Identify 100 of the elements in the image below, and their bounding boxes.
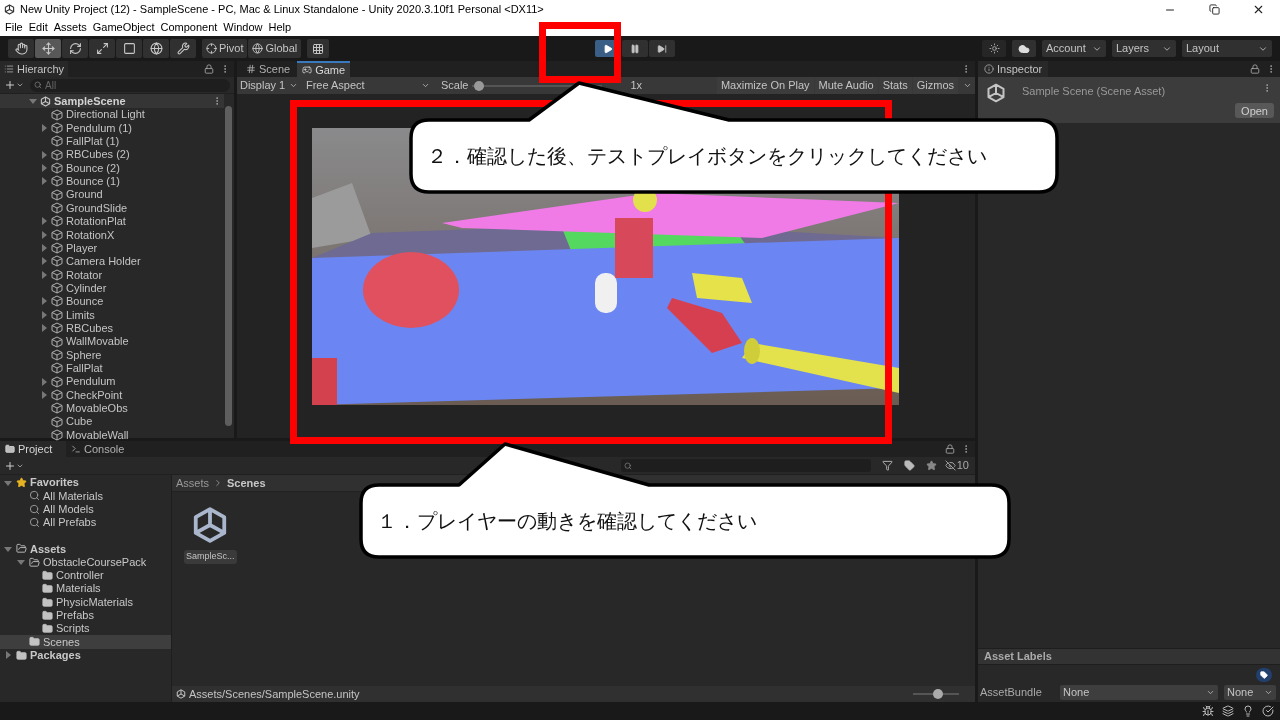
lighting-button[interactable] xyxy=(982,40,1006,57)
expanded-arrow-icon[interactable] xyxy=(4,478,12,487)
hidden-packages-button[interactable]: 10 xyxy=(942,458,971,473)
panel-tab[interactable]: Project xyxy=(0,441,66,457)
game-view-button[interactable]: Mute Audio xyxy=(814,77,878,94)
menu-item[interactable]: Window xyxy=(220,19,266,36)
global-button[interactable]: Global xyxy=(248,39,302,58)
search-field[interactable] xyxy=(620,459,871,472)
asset-bundle-dropdown[interactable]: None xyxy=(1060,684,1218,700)
add-button[interactable] xyxy=(4,459,24,472)
project-tree-item[interactable]: Controller xyxy=(0,568,171,583)
cube-icon xyxy=(51,162,63,175)
project-tree-item[interactable]: Prefabs xyxy=(0,608,171,622)
project-tree-item[interactable]: ObstacleCoursePack xyxy=(0,555,171,569)
check-circle-icon[interactable] xyxy=(1262,705,1274,717)
game-view-button[interactable]: Maximize On Play xyxy=(716,77,814,94)
project-tree-item[interactable]: Packages xyxy=(0,648,171,662)
hierarchy-item[interactable]: FallPlat (1) xyxy=(0,134,224,149)
hierarchy-item[interactable]: Sphere xyxy=(0,348,224,362)
zoom-slider-thumb[interactable] xyxy=(933,689,944,699)
tool-button[interactable] xyxy=(143,39,169,58)
pause-button[interactable] xyxy=(622,40,649,57)
tool-button[interactable] xyxy=(8,39,34,58)
add-button[interactable] xyxy=(4,79,24,91)
layers-dropdown[interactable]: Layers xyxy=(1112,40,1176,57)
game-view-button[interactable]: Gizmos xyxy=(912,77,958,94)
hierarchy-item[interactable]: RotationX xyxy=(0,228,224,242)
view-tab[interactable]: Game xyxy=(297,61,351,77)
hierarchy-item[interactable]: RotationPlat xyxy=(0,214,224,229)
hierarchy-item[interactable]: Pendulum (1) xyxy=(0,121,224,135)
hierarchy-item[interactable]: Pendulum xyxy=(0,374,224,389)
step-button[interactable] xyxy=(649,40,676,57)
hierarchy-item[interactable]: Cube xyxy=(0,414,224,429)
project-tree-item[interactable]: Materials xyxy=(0,582,171,596)
bulb-icon[interactable] xyxy=(1242,705,1254,717)
stack-icon[interactable] xyxy=(1222,705,1234,717)
hierarchy-item[interactable]: CheckPoint xyxy=(0,388,224,402)
account-dropdown[interactable]: Account xyxy=(1042,40,1106,57)
menu-item[interactable]: Component xyxy=(157,19,221,36)
project-tree-item[interactable]: Scripts xyxy=(0,621,171,636)
tool-button[interactable] xyxy=(116,39,142,58)
file-name[interactable]: SampleSc... xyxy=(184,550,237,564)
hierarchy-item[interactable]: Bounce xyxy=(0,294,224,309)
hierarchy-item[interactable]: FallPlat xyxy=(0,361,224,375)
breadcrumb-item[interactable]: Scenes xyxy=(227,474,266,492)
lock-icon[interactable] xyxy=(203,64,214,74)
project-tree-item[interactable]: PhysicMaterials xyxy=(0,595,171,609)
tool-button[interactable] xyxy=(170,39,196,58)
view-tab[interactable]: Scene xyxy=(240,61,296,77)
tool-button[interactable] xyxy=(62,39,88,58)
display-dropdown[interactable]: Display 1 xyxy=(236,77,301,94)
menu-item[interactable]: Assets xyxy=(50,19,90,36)
layout-dropdown[interactable]: Layout xyxy=(1182,40,1272,57)
project-tree-item[interactable]: All Models xyxy=(0,502,171,516)
hierarchy-item[interactable]: WallMovable xyxy=(0,334,224,349)
menu-item[interactable]: GameObject xyxy=(89,19,158,36)
hierarchy-item[interactable]: MovableWall xyxy=(0,428,224,442)
menu-item[interactable]: Edit xyxy=(25,19,51,36)
menu-item[interactable]: Help xyxy=(265,19,295,36)
tag-button[interactable] xyxy=(1256,667,1272,682)
aspect-dropdown[interactable]: Free Aspect xyxy=(302,77,433,94)
grid-snap-button[interactable] xyxy=(307,39,330,58)
hierarchy-item[interactable]: Directional Light xyxy=(0,108,224,122)
hierarchy-item[interactable]: Camera Holder xyxy=(0,254,224,269)
hierarchy-item[interactable]: RBCubes (2) xyxy=(0,148,224,162)
project-tree-item[interactable]: Favorites xyxy=(0,476,171,490)
hierarchy-item[interactable]: Bounce (2) xyxy=(0,161,224,175)
tool-button[interactable] xyxy=(35,39,61,58)
project-tree-item[interactable]: Scenes xyxy=(0,635,171,649)
variant-dropdown[interactable]: None xyxy=(1224,684,1276,700)
hierarchy-item[interactable]: MovableObs xyxy=(0,401,224,415)
menu-item[interactable]: File xyxy=(2,19,26,36)
game-view-button[interactable]: Stats xyxy=(878,77,912,94)
project-tree-item[interactable]: Assets xyxy=(0,542,171,556)
pivot-button[interactable]: Pivot xyxy=(202,39,248,58)
cloud-button[interactable] xyxy=(1012,40,1036,57)
scale-slider-thumb[interactable] xyxy=(474,80,484,91)
hierarchy-item[interactable]: GroundSlide xyxy=(0,201,224,215)
hierarchy-item[interactable]: Bounce (1) xyxy=(0,174,224,189)
lock-icon[interactable] xyxy=(1250,64,1260,74)
bug-icon[interactable] xyxy=(1202,705,1214,717)
hierarchy-item[interactable]: Rotator xyxy=(0,268,224,282)
tool-button[interactable] xyxy=(89,39,115,58)
inspector-tab[interactable]: Inspector xyxy=(978,61,1049,77)
project-tree-item[interactable]: All Materials xyxy=(0,489,171,503)
lock-icon[interactable] xyxy=(945,444,955,454)
collapsed-arrow-icon[interactable] xyxy=(4,651,12,660)
open-button[interactable]: Open xyxy=(1235,103,1274,118)
panel-tab[interactable]: Console xyxy=(66,441,132,457)
hierarchy-item[interactable]: Limits xyxy=(0,308,224,322)
project-tree-item[interactable]: All Prefabs xyxy=(0,515,171,530)
hierarchy-tab[interactable]: Hierarchy xyxy=(0,61,69,77)
expanded-arrow-icon[interactable] xyxy=(29,97,37,105)
hierarchy-item[interactable]: Player xyxy=(0,241,224,255)
breadcrumb-item[interactable]: Assets xyxy=(176,474,209,492)
hierarchy-item[interactable]: Ground xyxy=(0,188,224,202)
collapsed-arrow-icon[interactable] xyxy=(40,124,48,132)
folder-icon xyxy=(5,444,15,454)
hierarchy-item[interactable]: RBCubes xyxy=(0,321,224,335)
hierarchy-item[interactable]: Cylinder xyxy=(0,281,224,295)
